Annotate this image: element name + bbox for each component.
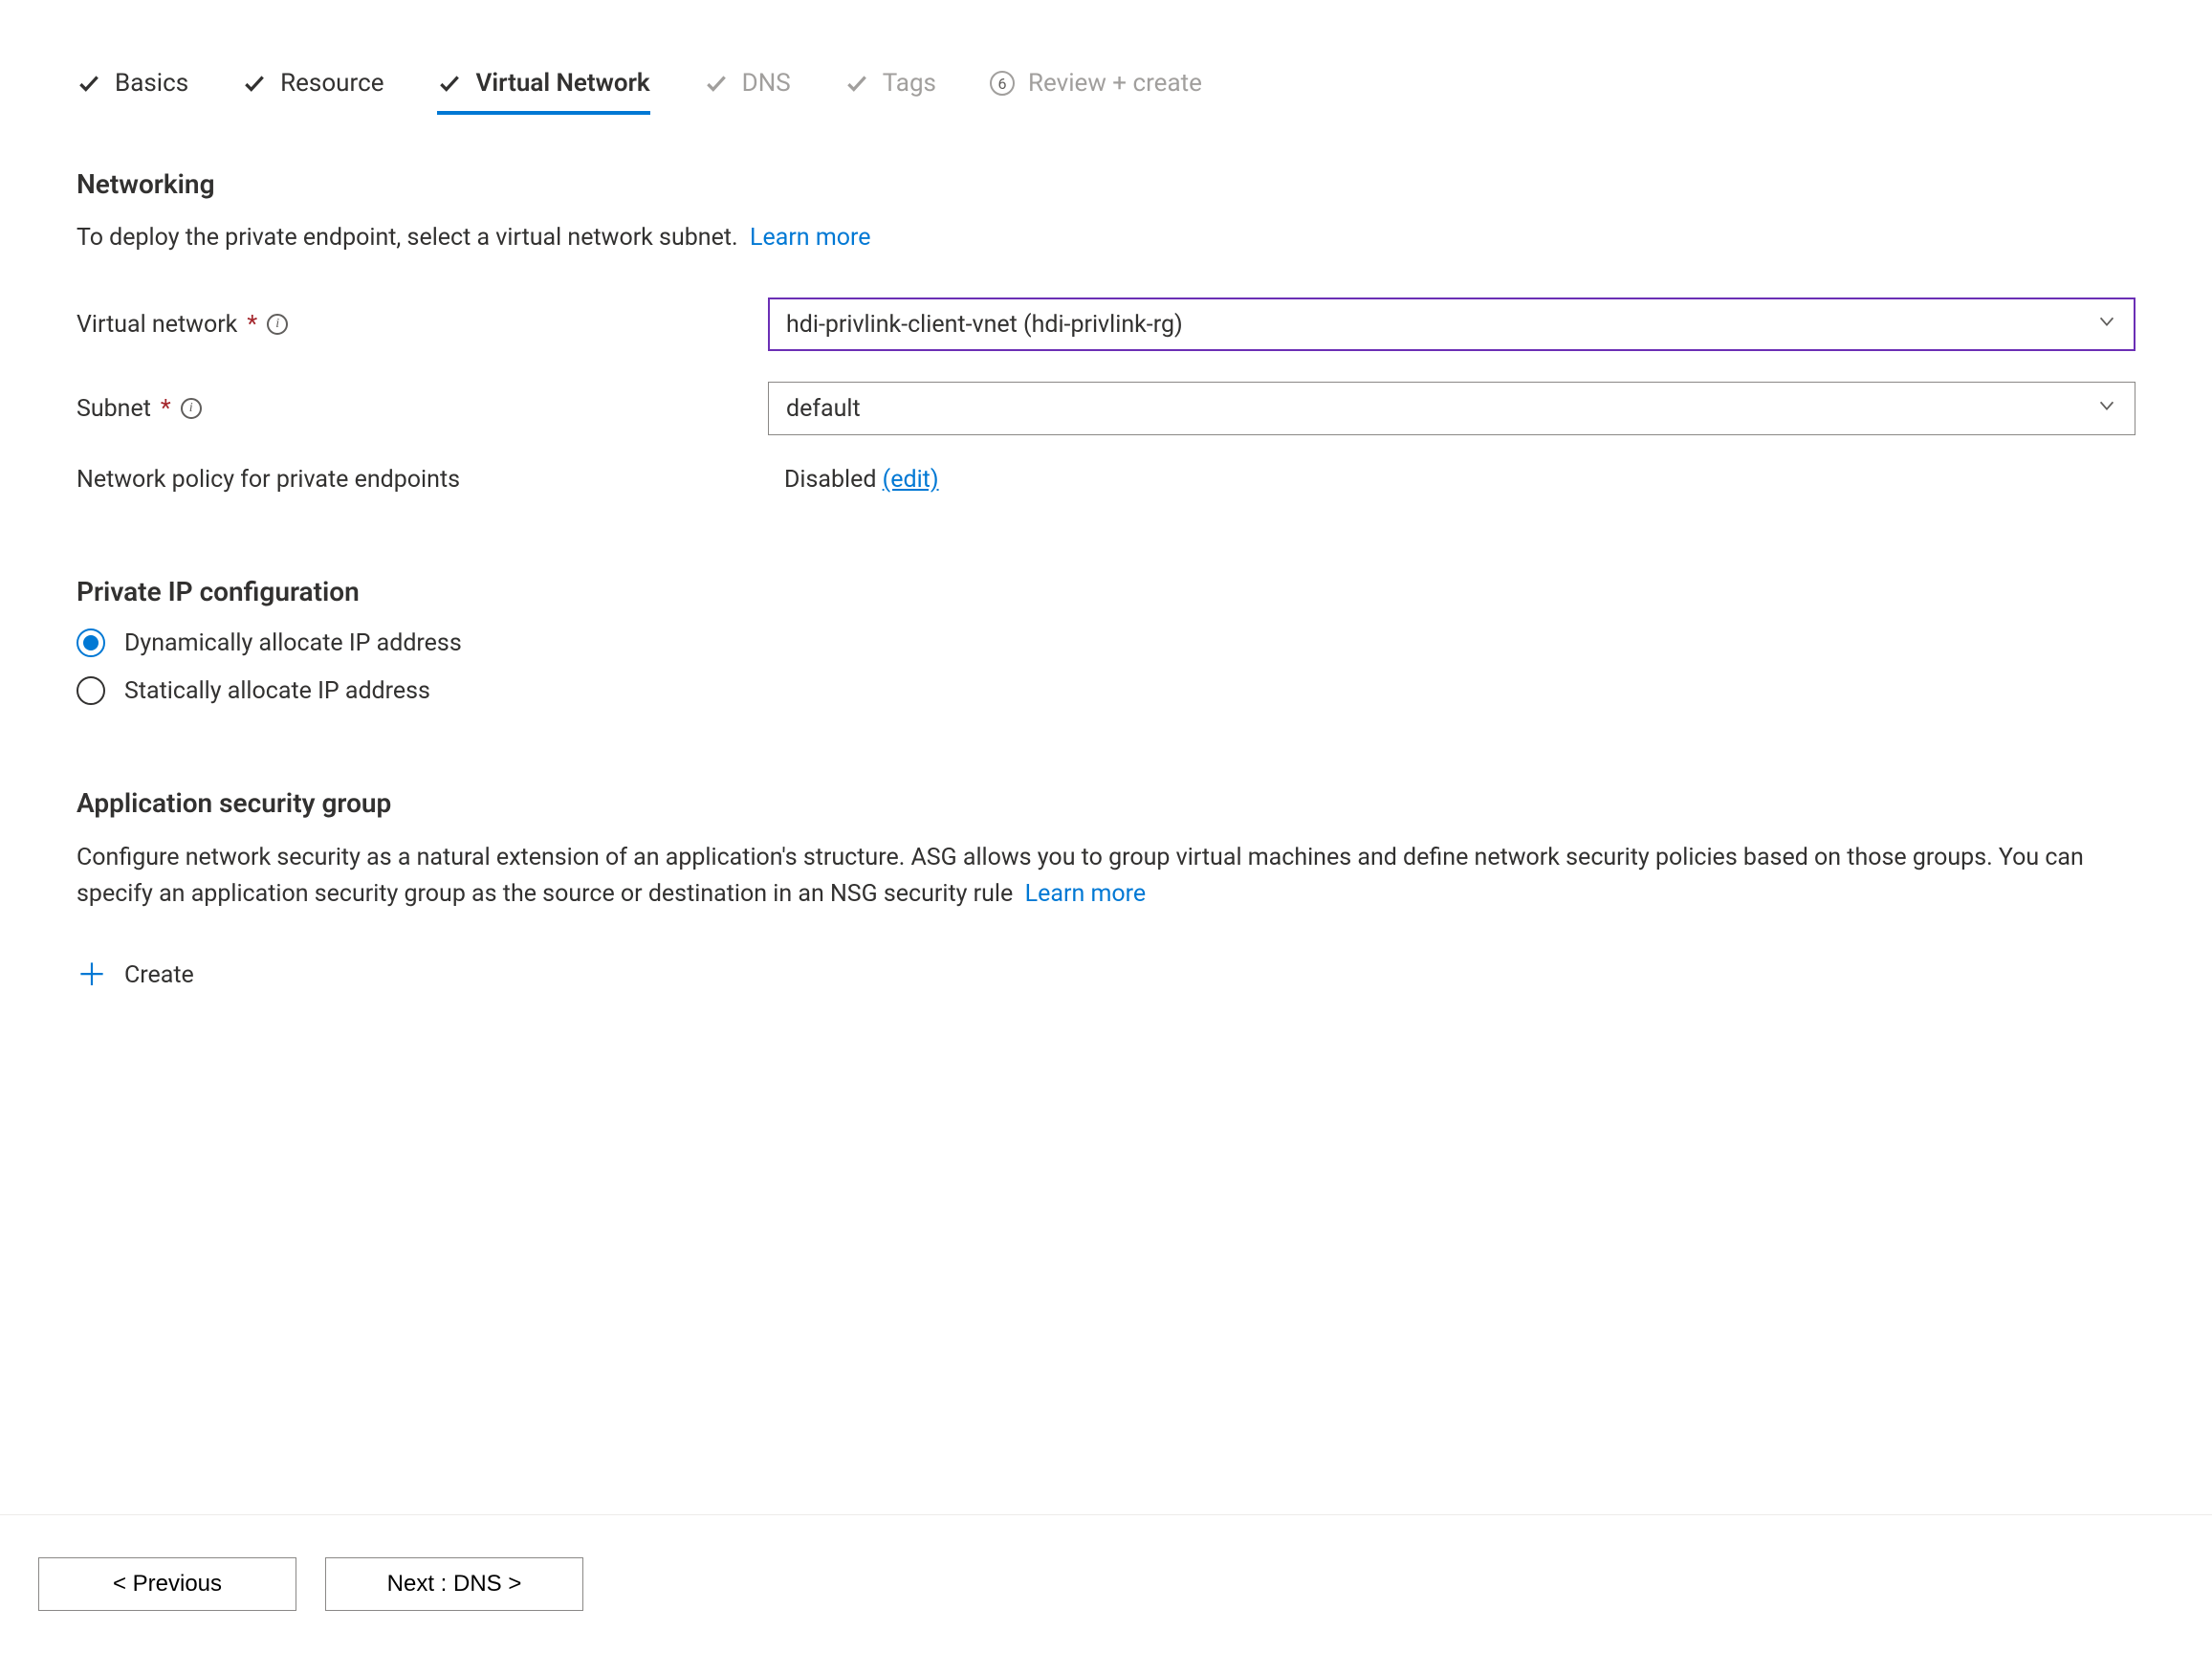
subnet-select[interactable]: default (768, 382, 2135, 435)
info-icon[interactable]: i (267, 314, 288, 335)
radio-icon (77, 676, 105, 705)
wizard-footer: < Previous Next : DNS > (0, 1514, 2212, 1653)
asg-create-label: Create (124, 961, 194, 989)
network-policy-value: Disabled (edit) (784, 466, 939, 494)
required-star: * (247, 311, 257, 339)
network-policy-label: Network policy for private endpoints (77, 466, 784, 494)
tab-dns[interactable]: DNS (704, 69, 791, 115)
step-number-icon: 6 (990, 71, 1015, 96)
tab-resource[interactable]: Resource (242, 69, 383, 115)
chevron-down-icon (2096, 311, 2117, 339)
subnet-value: default (786, 395, 861, 423)
tab-label: Resource (280, 69, 383, 98)
tab-virtual-network[interactable]: Virtual Network (437, 69, 649, 115)
networking-learn-more-link[interactable]: Learn more (750, 224, 870, 252)
radio-icon (77, 628, 105, 657)
info-icon[interactable]: i (181, 398, 202, 419)
check-icon (844, 71, 869, 96)
radio-dynamic[interactable]: Dynamically allocate IP address (77, 628, 2135, 657)
tab-label: DNS (742, 69, 791, 98)
tab-label: Basics (115, 69, 188, 98)
radio-label: Statically allocate IP address (124, 677, 430, 705)
radio-static[interactable]: Statically allocate IP address (77, 676, 2135, 705)
subnet-label: Subnet * i (77, 395, 768, 423)
asg-create-button[interactable]: ＋ Create (77, 961, 194, 989)
asg-desc: Configure network security as a natural … (77, 840, 2123, 912)
private-ip-radio-group: Dynamically allocate IP address Statical… (77, 628, 2135, 705)
wizard-tabs: Basics Resource Virtual Network DNS Tags… (77, 69, 2135, 115)
chevron-down-icon (2096, 395, 2117, 423)
asg-learn-more-link[interactable]: Learn more (1025, 880, 1146, 908)
radio-label: Dynamically allocate IP address (124, 629, 462, 657)
required-star: * (161, 395, 171, 423)
networking-desc: To deploy the private endpoint, select a… (77, 221, 2135, 255)
tab-label: Review + create (1028, 69, 1202, 98)
tab-label: Tags (883, 69, 936, 98)
check-icon (704, 71, 729, 96)
networking-title: Networking (77, 168, 2135, 200)
vnet-select[interactable]: hdi-privlink-client-vnet (hdi-privlink-r… (768, 298, 2135, 351)
vnet-label: Virtual network * i (77, 311, 768, 339)
asg-title: Application security group (77, 787, 2135, 819)
previous-button[interactable]: < Previous (38, 1557, 296, 1611)
network-policy-edit-link[interactable]: (edit) (883, 466, 939, 494)
next-button[interactable]: Next : DNS > (325, 1557, 583, 1611)
tab-review-create[interactable]: 6 Review + create (990, 69, 1202, 115)
plus-icon: ＋ (77, 963, 107, 988)
private-ip-title: Private IP configuration (77, 576, 2135, 607)
check-icon (242, 71, 267, 96)
tab-tags[interactable]: Tags (844, 69, 936, 115)
tab-label: Virtual Network (475, 69, 649, 98)
vnet-value: hdi-privlink-client-vnet (hdi-privlink-r… (786, 311, 1183, 339)
check-icon (437, 71, 462, 96)
check-icon (77, 71, 101, 96)
tab-basics[interactable]: Basics (77, 69, 188, 115)
